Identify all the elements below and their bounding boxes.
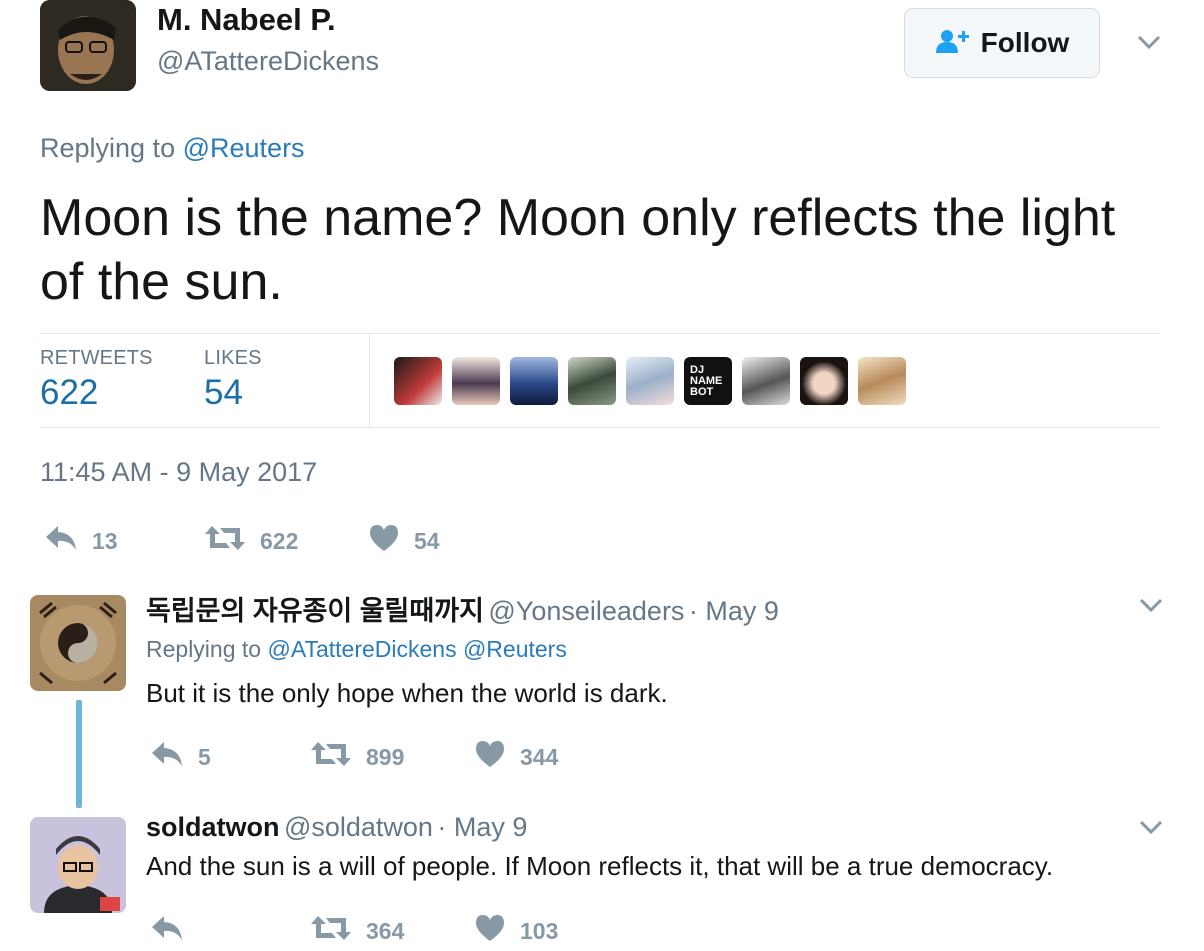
liker-avatar[interactable] xyxy=(742,357,790,405)
retweets-stat[interactable]: RETWEETS 622 xyxy=(40,347,153,413)
heart-icon xyxy=(474,740,506,774)
retweet-count: 622 xyxy=(260,527,299,554)
reply-author-name[interactable]: soldatwon xyxy=(146,812,280,842)
divider xyxy=(40,333,1160,334)
tweet-timestamp[interactable]: 11:45 AM - 9 May 2017 xyxy=(40,457,317,488)
add-user-icon xyxy=(935,28,971,59)
reply-count: 13 xyxy=(92,527,118,554)
chevron-down-icon[interactable] xyxy=(1138,592,1164,618)
reply-avatar[interactable] xyxy=(30,817,126,913)
retweets-count: 622 xyxy=(40,373,99,412)
like-count: 54 xyxy=(414,527,440,554)
liker-avatar[interactable] xyxy=(800,357,848,405)
stats-divider xyxy=(369,334,370,428)
retweets-label: RETWEETS xyxy=(40,347,153,369)
like-action[interactable]: 103 xyxy=(474,914,558,948)
reply-icon xyxy=(150,914,184,948)
like-action[interactable]: 344 xyxy=(474,740,558,774)
dj-badge-text: DJ NAME BOT xyxy=(690,364,723,398)
retweet-count: 364 xyxy=(366,917,405,944)
liker-avatar[interactable] xyxy=(510,357,558,405)
reply-date[interactable]: · May 9 xyxy=(689,596,779,626)
divider xyxy=(40,427,1160,428)
author-handle[interactable]: @ATattereDickens xyxy=(157,46,379,77)
heart-icon xyxy=(474,914,506,948)
like-action[interactable]: 54 xyxy=(368,524,440,558)
likes-stat[interactable]: LIKES 54 xyxy=(204,347,262,413)
like-count: 344 xyxy=(520,743,559,770)
reply-action[interactable]: 13 xyxy=(44,524,118,558)
follow-button[interactable]: Follow xyxy=(904,8,1100,78)
replying-prefix: Replying to xyxy=(146,636,262,662)
liker-avatar[interactable] xyxy=(568,357,616,405)
liker-avatar[interactable] xyxy=(626,357,674,405)
author-name[interactable]: M. Nabeel P. xyxy=(157,2,336,38)
retweet-count: 899 xyxy=(366,743,405,770)
reply-replying-to: Replying to @ATattereDickens @Reuters xyxy=(146,636,567,663)
tweet-text: Moon is the name? Moon only reflects the… xyxy=(40,189,1116,311)
reply-date[interactable]: · May 9 xyxy=(437,812,527,842)
reply-header: 독립문의 자유종이 울릴때까지 @Yonseileaders · May 9 xyxy=(146,589,779,628)
liker-avatar[interactable] xyxy=(452,357,500,405)
reply-author-name[interactable]: 독립문의 자유종이 울릴때까지 xyxy=(146,596,484,626)
reply-icon xyxy=(150,740,184,774)
likes-count: 54 xyxy=(204,373,243,412)
dj-name-bot-avatar[interactable]: DJ NAME BOT xyxy=(684,357,732,405)
replying-to: Replying to @Reuters xyxy=(40,133,305,164)
reply-action[interactable]: 5 xyxy=(150,740,211,774)
reply-text: And the sun is a will of people. If Moon… xyxy=(146,851,1054,881)
chevron-down-icon[interactable] xyxy=(1138,814,1164,840)
replying-to-link[interactable]: @Reuters xyxy=(183,133,305,163)
reply-avatar[interactable] xyxy=(30,595,126,691)
reply-action[interactable] xyxy=(150,914,198,948)
reply-icon xyxy=(44,524,78,558)
follow-label: Follow xyxy=(980,27,1070,58)
retweet-icon xyxy=(310,740,352,774)
reply-header: soldatwon @soldatwon · May 9 xyxy=(146,812,527,843)
likes-label: LIKES xyxy=(204,347,262,369)
reply-author-handle[interactable]: @Yonseileaders xyxy=(488,596,684,626)
replying-to-link[interactable]: @ATattereDickens @Reuters xyxy=(267,636,566,662)
liker-avatar[interactable] xyxy=(394,357,442,405)
liker-avatar[interactable] xyxy=(858,357,906,405)
reply-count: 5 xyxy=(198,743,211,770)
heart-icon xyxy=(368,524,400,558)
retweet-action[interactable]: 899 xyxy=(310,740,404,774)
retweet-action[interactable]: 364 xyxy=(310,914,404,948)
reply-text: But it is the only hope when the world i… xyxy=(146,678,668,708)
like-count: 103 xyxy=(520,917,559,944)
author-avatar[interactable] xyxy=(40,0,136,91)
retweet-action[interactable]: 622 xyxy=(204,524,298,558)
retweet-icon xyxy=(310,914,352,948)
reply-author-handle[interactable]: @soldatwon xyxy=(284,812,433,842)
thread-connector xyxy=(76,700,82,808)
retweet-icon xyxy=(204,524,246,558)
chevron-down-icon[interactable] xyxy=(1136,29,1162,55)
replying-prefix: Replying to xyxy=(40,133,176,163)
